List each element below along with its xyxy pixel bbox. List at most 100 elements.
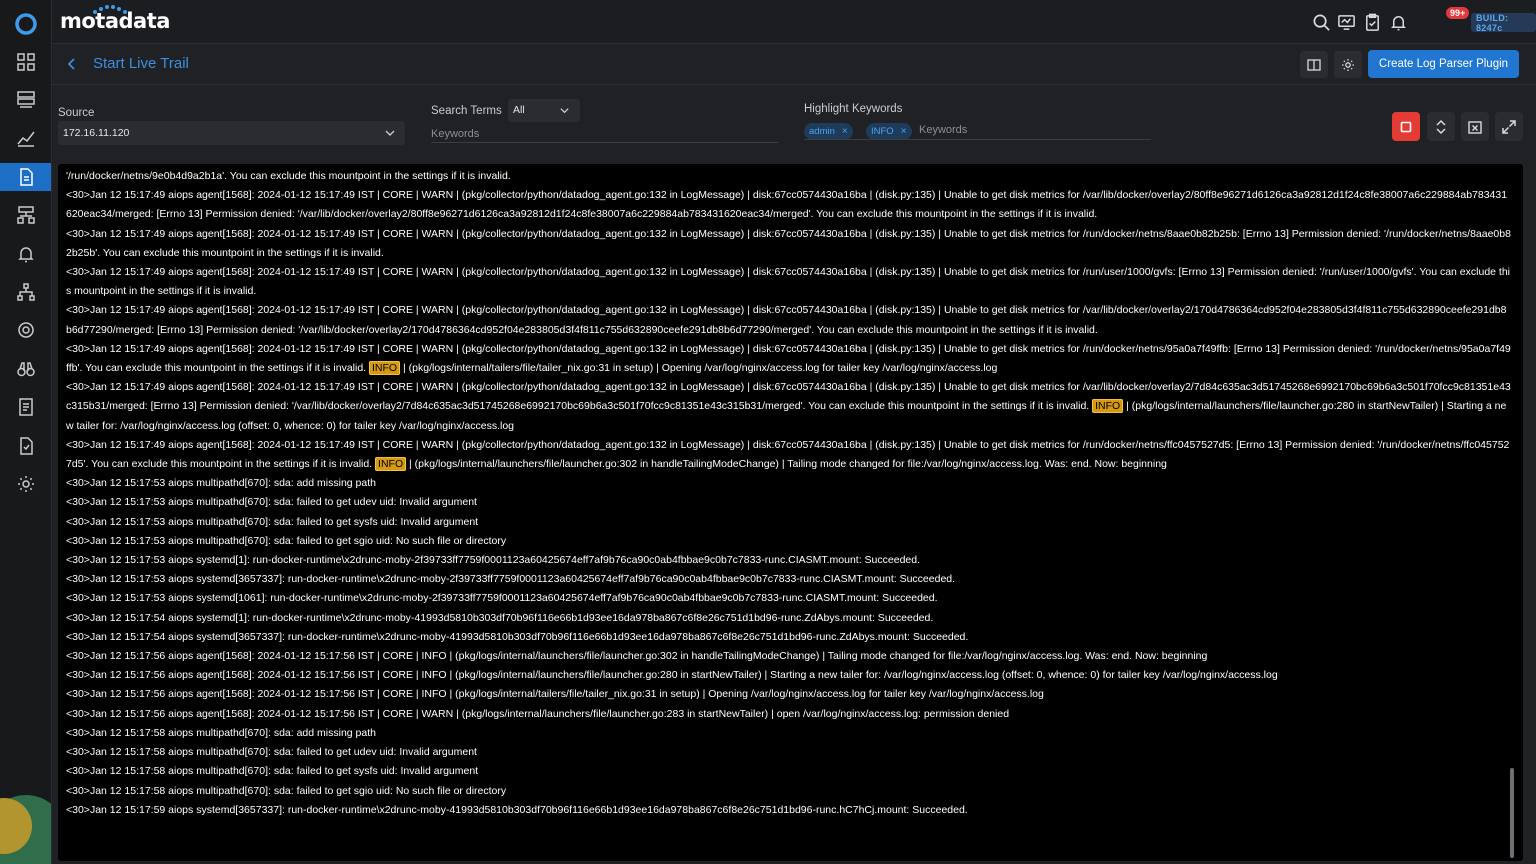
log-text: <30>Jan 12 15:17:58 aiops multipathd[670… xyxy=(66,746,477,759)
log-line: <30>Jan 12 15:17:53 aiops systemd[1061]:… xyxy=(66,589,1512,608)
log-text: <30>Jan 12 15:17:49 aiops agent[1568]: 2… xyxy=(66,189,1508,221)
target-icon xyxy=(18,322,34,338)
clipboard-icon xyxy=(1365,13,1379,31)
highlight-badge: INFO xyxy=(375,457,407,472)
search-terms-label: Search Terms xyxy=(431,105,502,117)
log-line: <30>Jan 12 15:17:49 aiops agent[1568]: 2… xyxy=(66,225,1512,263)
log-output: '/run/docker/netns/9e0b4d9a2b1a'. You ca… xyxy=(66,167,1512,820)
scrollbar-track[interactable] xyxy=(1509,164,1515,861)
notifications-button[interactable] xyxy=(1386,10,1410,34)
log-text: <30>Jan 12 15:17:49 aiops agent[1568]: 2… xyxy=(66,304,1507,336)
stop-icon xyxy=(1400,121,1412,132)
sidebar-item-explorer[interactable] xyxy=(0,353,51,385)
sidebar-item-servers[interactable] xyxy=(0,84,51,116)
log-line: <30>Jan 12 15:17:49 aiops agent[1568]: 2… xyxy=(66,263,1512,301)
chart-line-icon xyxy=(17,131,35,147)
stop-trail-button[interactable] xyxy=(1392,112,1420,141)
page-header: Start Live Trail Create Log Parser Plugi… xyxy=(52,44,1536,85)
log-text: | (pkg/logs/internal/launchers/file/laun… xyxy=(406,458,1167,471)
logo-icon xyxy=(15,13,37,35)
log-line: <30>Jan 12 15:17:56 aiops agent[1568]: 2… xyxy=(66,647,1512,666)
highlight-keywords-label: Highlight Keywords xyxy=(804,103,903,115)
log-line: <30>Jan 12 15:17:54 aiops systemd[365733… xyxy=(66,628,1512,647)
log-text: <30>Jan 12 15:17:49 aiops agent[1568]: 2… xyxy=(66,227,1511,259)
sidebar-item-dashboard[interactable] xyxy=(0,46,51,78)
highlight-keywords-input[interactable] xyxy=(804,121,1151,140)
settings-button[interactable] xyxy=(1334,51,1362,78)
log-line: <30>Jan 12 15:17:49 aiops agent[1568]: 2… xyxy=(66,340,1512,378)
source-select[interactable]: 172.16.11.120 xyxy=(58,121,405,145)
search-terms-select[interactable]: All xyxy=(508,99,580,122)
bell-icon xyxy=(18,247,34,263)
clipboard-button[interactable] xyxy=(1360,10,1384,34)
split-view-button[interactable] xyxy=(1300,51,1328,78)
log-line: <30>Jan 12 15:17:58 aiops multipathd[670… xyxy=(66,782,1512,801)
log-line: '/run/docker/netns/9e0b4d9a2b1a'. You ca… xyxy=(66,167,1512,186)
sidebar-item-ai[interactable] xyxy=(0,314,51,346)
log-text: <30>Jan 12 15:17:56 aiops agent[1568]: 2… xyxy=(66,707,1010,720)
chevron-down-icon xyxy=(385,130,395,136)
keywords-input[interactable] xyxy=(431,125,778,143)
log-text: | (pkg/logs/internal/tailers/file/tailer… xyxy=(400,362,998,375)
log-text: <30>Jan 12 15:17:54 aiops systemd[365733… xyxy=(66,630,969,643)
log-line: <30>Jan 12 15:17:54 aiops systemd[1]: ru… xyxy=(66,609,1512,628)
sidebar-item-alerts[interactable] xyxy=(0,238,51,270)
sidebar-item-audit[interactable] xyxy=(0,430,51,462)
binoculars-icon xyxy=(17,362,35,377)
sidebar-item-reports[interactable] xyxy=(0,391,51,423)
sidebar-item-logs[interactable] xyxy=(0,163,51,191)
source-value: 172.16.11.120 xyxy=(63,127,130,139)
search-terms-value: All xyxy=(513,104,525,116)
create-log-parser-plugin-button[interactable]: Create Log Parser Plugin xyxy=(1368,50,1519,78)
log-line: <30>Jan 12 15:17:58 aiops multipathd[670… xyxy=(66,724,1512,743)
log-text: '/run/docker/netns/9e0b4d9a2b1a'. You ca… xyxy=(66,170,511,182)
log-text: <30>Jan 12 15:17:54 aiops systemd[1]: ru… xyxy=(66,611,934,624)
source-label: Source xyxy=(58,107,95,119)
log-text: <30>Jan 12 15:17:53 aiops systemd[365733… xyxy=(66,573,956,586)
log-line: <30>Jan 12 15:17:58 aiops multipathd[670… xyxy=(66,762,1512,781)
log-text: <30>Jan 12 15:17:56 aiops agent[1568]: 2… xyxy=(66,650,1208,663)
sidebar-item-metrics[interactable] xyxy=(0,122,51,154)
bell-icon xyxy=(1390,15,1406,30)
sidebar-item-settings[interactable] xyxy=(0,468,51,500)
sidebar-item-network[interactable] xyxy=(0,199,51,231)
document-icon xyxy=(20,168,33,186)
log-line: <30>Jan 12 15:17:49 aiops agent[1568]: 2… xyxy=(66,301,1512,339)
sidebar xyxy=(0,0,52,864)
log-line: <30>Jan 12 15:17:53 aiops multipathd[670… xyxy=(66,493,1512,512)
highlight-badge: INFO xyxy=(369,361,401,376)
build-badge: BUILD: 8247c xyxy=(1471,13,1536,33)
log-text: <30>Jan 12 15:17:53 aiops systemd[1]: ru… xyxy=(66,554,921,567)
log-text: <30>Jan 12 15:17:53 aiops multipathd[670… xyxy=(66,534,507,547)
log-viewer[interactable]: '/run/docker/netns/9e0b4d9a2b1a'. You ca… xyxy=(58,164,1523,861)
chevron-down-icon xyxy=(560,108,569,114)
columns-icon xyxy=(1307,58,1321,71)
log-line: <30>Jan 12 15:17:56 aiops agent[1568]: 2… xyxy=(66,666,1512,685)
log-text: <30>Jan 12 15:17:53 aiops multipathd[670… xyxy=(66,496,477,509)
log-line: <30>Jan 12 15:17:49 aiops agent[1568]: 2… xyxy=(66,436,1512,474)
back-arrow-icon[interactable] xyxy=(64,56,80,72)
fullscreen-button[interactable] xyxy=(1495,112,1523,141)
sidebar-item-topology[interactable] xyxy=(0,276,51,308)
monitor-button[interactable] xyxy=(1334,10,1358,34)
log-line: <30>Jan 12 15:17:53 aiops multipathd[670… xyxy=(66,513,1512,532)
clear-log-button[interactable] xyxy=(1461,112,1489,141)
notification-badge: 99+ xyxy=(1446,7,1470,19)
network-icon xyxy=(17,206,35,224)
log-line: <30>Jan 12 15:17:53 aiops multipathd[670… xyxy=(66,532,1512,551)
brand-logo[interactable]: motadata xyxy=(60,5,170,33)
log-line: <30>Jan 12 15:17:58 aiops multipathd[670… xyxy=(66,743,1512,762)
grid-icon xyxy=(17,53,35,71)
topology-icon xyxy=(17,283,35,301)
log-line: <30>Jan 12 15:17:56 aiops agent[1568]: 2… xyxy=(66,685,1512,704)
log-line: <30>Jan 12 15:17:49 aiops agent[1568]: 2… xyxy=(66,378,1512,436)
search-button[interactable] xyxy=(1309,10,1333,34)
log-line: <30>Jan 12 15:17:49 aiops agent[1568]: 2… xyxy=(66,186,1512,224)
expand-icon xyxy=(1502,119,1516,134)
log-text: <30>Jan 12 15:17:53 aiops systemd[1061]:… xyxy=(66,592,938,605)
collapse-expand-button[interactable] xyxy=(1427,112,1455,141)
clear-icon xyxy=(1468,120,1482,134)
scrollbar-thumb[interactable] xyxy=(1510,768,1514,858)
top-bar: motadata 99+ BUILD: 8247c xyxy=(52,0,1536,44)
log-text: <30>Jan 12 15:17:53 aiops multipathd[670… xyxy=(66,515,479,528)
